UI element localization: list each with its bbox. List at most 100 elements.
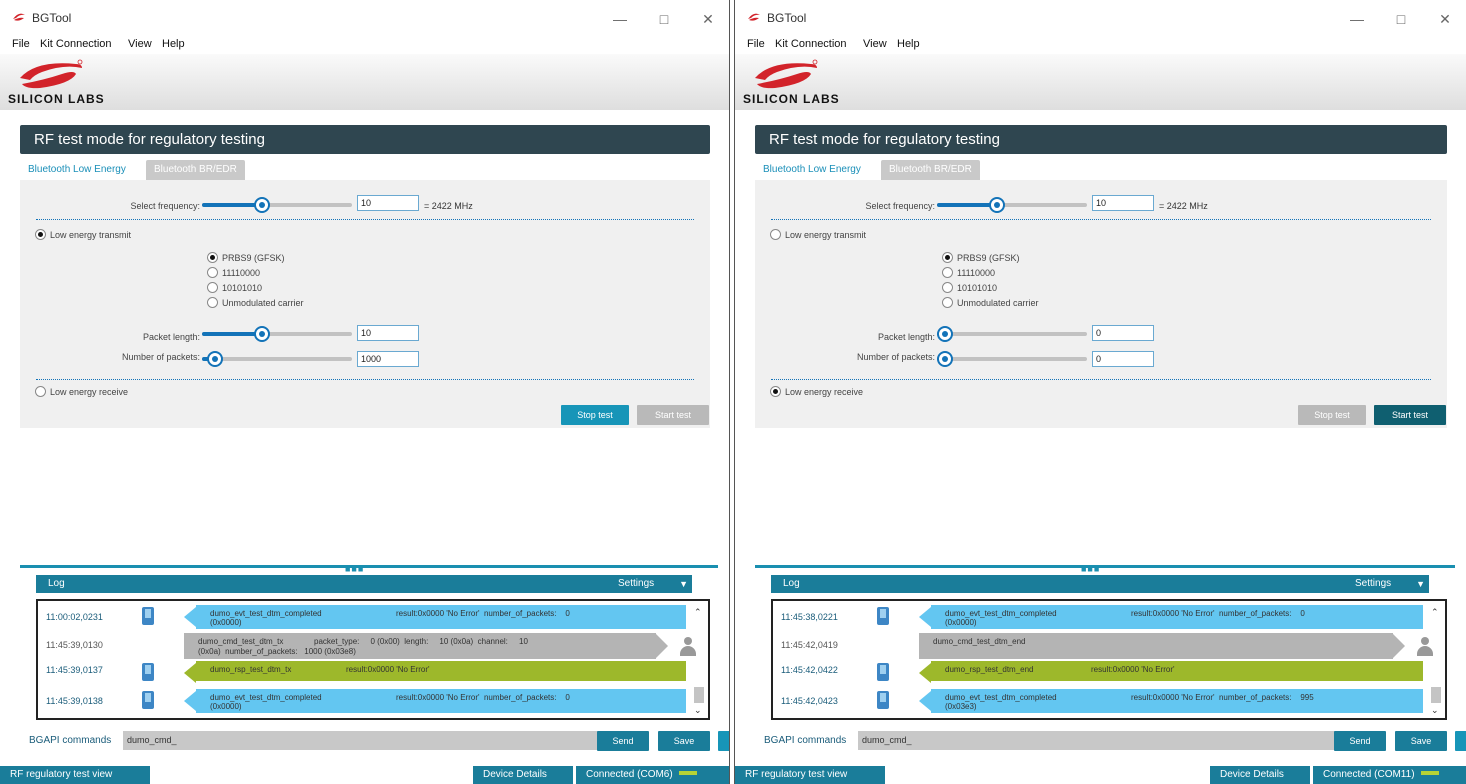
log-scrollbar[interactable]: ⌃ ⌄: [692, 603, 706, 718]
bgapi-commands-label: BGAPI commands: [764, 735, 847, 746]
packet-length-input[interactable]: 0: [1092, 325, 1154, 341]
frequency-slider[interactable]: [937, 197, 1087, 213]
number-of-packets-slider[interactable]: [202, 351, 352, 367]
log-entry[interactable]: 11:00:02,0231 dumo_evt_test_dtm_complete…: [38, 603, 688, 631]
menu-view[interactable]: View: [128, 38, 152, 50]
pattern-radio[interactable]: [207, 282, 218, 293]
packet-length-input[interactable]: 10: [357, 325, 419, 341]
menu-file[interactable]: File: [12, 38, 30, 50]
status-view-label[interactable]: RF regulatory test view: [0, 766, 150, 784]
slider-thumb[interactable]: [937, 326, 953, 342]
splitter-handle[interactable]: ■■■: [345, 564, 364, 574]
splitter-handle[interactable]: ■■■: [1081, 564, 1100, 574]
connection-status[interactable]: Connected (COM11): [1313, 766, 1466, 784]
tab-bluetooth-br-edr[interactable]: Bluetooth BR/EDR: [881, 160, 980, 180]
number-of-packets-input[interactable]: 0: [1092, 351, 1154, 367]
clear-button[interactable]: Clear: [718, 731, 729, 751]
send-button[interactable]: Send: [1334, 731, 1386, 751]
save-button[interactable]: Save: [658, 731, 710, 751]
scroll-down-icon[interactable]: ⌄: [1431, 705, 1439, 716]
transmit-radio[interactable]: [770, 229, 781, 240]
slider-thumb[interactable]: [254, 197, 270, 213]
pattern-radio[interactable]: [207, 297, 218, 308]
bgapi-command-input[interactable]: dumo_cmd_: [858, 731, 1344, 750]
start-test-button[interactable]: Start test: [637, 405, 709, 425]
menu-help[interactable]: Help: [897, 38, 920, 50]
title-bar: BGTool — □ ✕: [735, 0, 1466, 36]
log-entry[interactable]: 11:45:42,0423 dumo_evt_test_dtm_complete…: [773, 687, 1425, 715]
log-entry[interactable]: 11:45:39,0138 dumo_evt_test_dtm_complete…: [38, 687, 688, 715]
log-entry[interactable]: 11:45:39,0137 dumo_rsp_test_dtm_tx resul…: [38, 659, 688, 687]
scroll-down-icon[interactable]: ⌄: [694, 705, 702, 716]
slider-thumb[interactable]: [937, 351, 953, 367]
stop-test-button[interactable]: Stop test: [561, 405, 629, 425]
tab-bluetooth-br-edr[interactable]: Bluetooth BR/EDR: [146, 160, 245, 180]
device-icon: [877, 663, 889, 681]
menu-kit-connection[interactable]: Kit Connection: [40, 38, 112, 50]
minimize-icon[interactable]: —: [600, 6, 640, 32]
log-panel[interactable]: 11:00:02,0231 dumo_evt_test_dtm_complete…: [36, 599, 710, 720]
receive-radio[interactable]: [770, 386, 781, 397]
clear-button[interactable]: Clear: [1455, 731, 1466, 751]
frequency-slider[interactable]: [202, 197, 352, 213]
menu-file[interactable]: File: [747, 38, 765, 50]
pattern-radio[interactable]: [207, 267, 218, 278]
packet-length-slider[interactable]: [202, 326, 352, 342]
scroll-up-icon[interactable]: ⌃: [694, 607, 702, 618]
splitter-bar[interactable]: [20, 565, 718, 568]
settings-dropdown[interactable]: Settings ▼: [1319, 575, 1429, 593]
menu-view[interactable]: View: [863, 38, 887, 50]
tab-bluetooth-low-energy[interactable]: Bluetooth Low Energy: [755, 160, 875, 180]
menu-help[interactable]: Help: [162, 38, 185, 50]
stop-test-button[interactable]: Stop test: [1298, 405, 1366, 425]
slider-thumb[interactable]: [254, 326, 270, 342]
menu-kit-connection[interactable]: Kit Connection: [775, 38, 847, 50]
pattern-radio[interactable]: [942, 252, 953, 263]
frequency-input[interactable]: 10: [357, 195, 419, 211]
tab-bluetooth-low-energy[interactable]: Bluetooth Low Energy: [20, 160, 140, 180]
log-entry[interactable]: 11:45:38,0221 dumo_evt_test_dtm_complete…: [773, 603, 1425, 631]
pattern-radio[interactable]: [207, 252, 218, 263]
frequency-input[interactable]: 10: [1092, 195, 1154, 211]
slider-thumb[interactable]: [989, 197, 1005, 213]
start-test-button[interactable]: Start test: [1374, 405, 1446, 425]
splitter-bar[interactable]: [755, 565, 1455, 568]
scroll-thumb[interactable]: [1431, 687, 1441, 703]
packet-length-slider[interactable]: [937, 326, 1087, 342]
log-scrollbar[interactable]: ⌃ ⌄: [1429, 603, 1443, 718]
log-entry[interactable]: 11:45:42,0419 dumo_cmd_test_dtm_end: [773, 631, 1433, 659]
scroll-up-icon[interactable]: ⌃: [1431, 607, 1439, 618]
response-arrow: [919, 663, 931, 683]
bgapi-command-input[interactable]: dumo_cmd_: [123, 731, 607, 750]
response-arrow: [184, 663, 196, 683]
close-icon[interactable]: ✕: [1425, 6, 1465, 32]
log-entry[interactable]: 11:45:42,0422 dumo_rsp_test_dtm_end resu…: [773, 659, 1425, 687]
maximize-icon[interactable]: □: [1381, 6, 1421, 32]
receive-radio[interactable]: [35, 386, 46, 397]
connection-status[interactable]: Connected (COM6): [576, 766, 729, 784]
log-message-name: dumo_rsp_test_dtm_end: [945, 665, 1034, 674]
minimize-icon[interactable]: —: [1337, 6, 1377, 32]
close-icon[interactable]: ✕: [688, 6, 728, 32]
status-view-label[interactable]: RF regulatory test view: [735, 766, 885, 784]
event-arrow: [184, 607, 196, 627]
device-details-button[interactable]: Device Details: [473, 766, 573, 784]
log-entry[interactable]: 11:45:39,0130 dumo_cmd_test_dtm_tx packe…: [38, 631, 696, 659]
device-details-button[interactable]: Device Details: [1210, 766, 1310, 784]
maximize-icon[interactable]: □: [644, 6, 684, 32]
save-button[interactable]: Save: [1395, 731, 1447, 751]
pattern-radio[interactable]: [942, 282, 953, 293]
receive-label: Low energy receive: [50, 387, 129, 397]
log-panel[interactable]: 11:45:38,0221 dumo_evt_test_dtm_complete…: [771, 599, 1447, 720]
scroll-thumb[interactable]: [694, 687, 704, 703]
log-event-bubble: dumo_evt_test_dtm_completed result:0x000…: [196, 689, 686, 713]
settings-dropdown[interactable]: Settings ▼: [582, 575, 692, 593]
transmit-radio[interactable]: [35, 229, 46, 240]
pattern-radio[interactable]: [942, 297, 953, 308]
chevron-down-icon: ▼: [679, 579, 688, 589]
send-button[interactable]: Send: [597, 731, 649, 751]
slider-thumb[interactable]: [207, 351, 223, 367]
number-of-packets-input[interactable]: 1000: [357, 351, 419, 367]
number-of-packets-slider[interactable]: [937, 351, 1087, 367]
pattern-radio[interactable]: [942, 267, 953, 278]
